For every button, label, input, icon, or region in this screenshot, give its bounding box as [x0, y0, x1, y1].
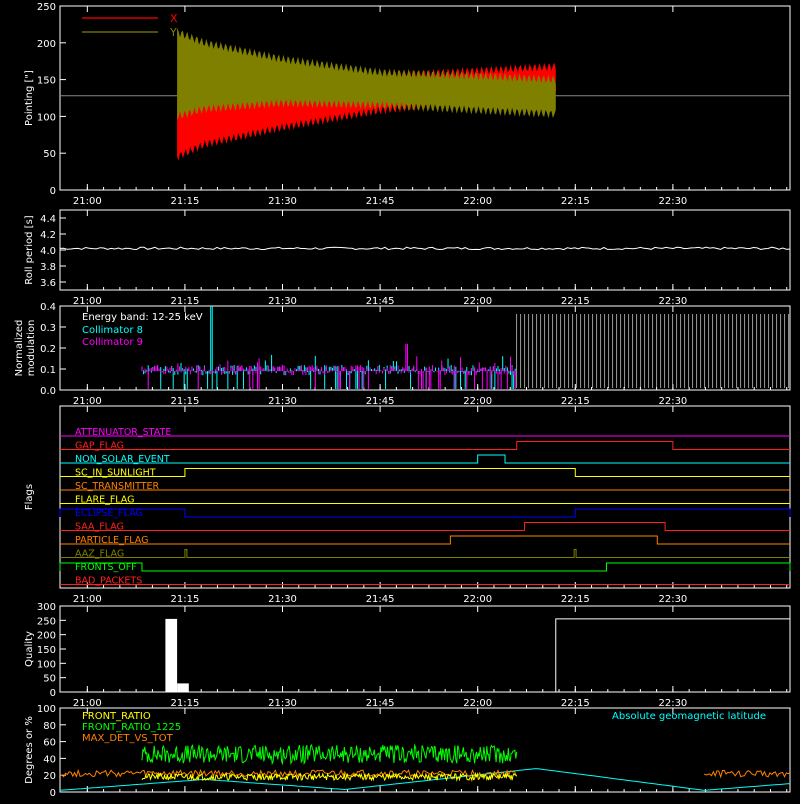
legend-label-x: X: [170, 12, 178, 25]
flag-label: NON_SOLAR_EVENT: [75, 454, 170, 465]
y-tick-label: 3.6: [40, 278, 56, 289]
flag-label: GAP_FLAG: [75, 441, 124, 452]
x-tick-label: 21:30: [268, 698, 297, 709]
y-tick-label: 0.0: [40, 386, 56, 397]
y-tick-label: 60: [43, 738, 56, 749]
legend-label-y: Y: [169, 26, 177, 39]
energy-band-label: Energy band: 12-25 keV: [82, 312, 203, 323]
y-axis-label: Degrees or %: [24, 716, 35, 784]
x-tick-label: 22:00: [463, 698, 492, 709]
y-tick-label: 0.1: [40, 365, 56, 376]
y-tick-label: 200: [37, 631, 56, 642]
x-tick-label: 22:00: [463, 296, 492, 307]
x-tick-label: 21:45: [366, 594, 395, 605]
y-axis-label: Normalized: [14, 320, 25, 377]
y-tick-label: 3.8: [40, 262, 56, 273]
flag-label: SC_TRANSMITTER: [75, 481, 160, 492]
y-tick-label: 80: [43, 721, 56, 732]
y-axis-label: Flags: [24, 484, 35, 510]
quality-bar: [177, 683, 189, 692]
x-tick-label: 21:15: [171, 698, 200, 709]
y-axis-label: Quality: [24, 631, 35, 667]
flag-label: AAZ_FLAG: [75, 549, 124, 560]
y-tick-label: 0: [50, 788, 56, 799]
legend-label-front-ratio-1225: FRONT_RATIO_1225: [82, 722, 181, 733]
x-tick-label: 21:45: [366, 698, 395, 709]
x-tick-label: 22:15: [561, 296, 590, 307]
legend-label-collimator-8: Collimator 8: [82, 325, 143, 336]
x-tick-label: 22:30: [658, 196, 687, 207]
flag-label: ATTENUATOR_STATE: [75, 427, 171, 438]
x-tick-label: 21:00: [73, 594, 102, 605]
x-tick-label: 22:15: [561, 594, 590, 605]
flag-label: ECLIPSE_FLAG: [75, 508, 143, 519]
y-tick-label: 0.4: [40, 302, 56, 313]
x-tick-label: 21:15: [171, 296, 200, 307]
legend-label-front-ratio: FRONT_RATIO: [82, 711, 151, 722]
x-tick-label: 22:15: [561, 196, 590, 207]
y-tick-label: 300: [37, 602, 56, 613]
legend-label-collimator-9: Collimator 9: [82, 337, 143, 348]
y-tick-label: 250: [37, 2, 56, 13]
y-tick-label: 4.0: [40, 246, 56, 257]
x-tick-label: 22:15: [561, 698, 590, 709]
legend-label-max-det-vs-tot: MAX_DET_VS_TOT: [82, 733, 174, 744]
x-tick-label: 22:00: [463, 594, 492, 605]
x-tick-label: 21:30: [268, 296, 297, 307]
x-tick-label: 22:30: [658, 698, 687, 709]
y-axis-label: modulation: [26, 320, 37, 377]
flag-label: FLARE_FLAG: [75, 495, 135, 506]
y-tick-label: 4.4: [40, 214, 56, 225]
flag-label: SC_IN_SUNLIGHT: [75, 468, 156, 479]
x-tick-label: 21:30: [268, 594, 297, 605]
y-tick-label: 100: [37, 112, 56, 123]
y-tick-label: 250: [37, 616, 56, 627]
y-tick-label: 150: [37, 76, 56, 87]
y-tick-label: 200: [37, 39, 56, 50]
y-axis-label: Pointing ["]: [24, 70, 35, 126]
x-tick-label: 21:45: [366, 296, 395, 307]
x-tick-label: 22:15: [561, 396, 590, 407]
y-tick-label: 0.2: [40, 344, 56, 355]
x-tick-label: 21:00: [73, 196, 102, 207]
y-tick-label: 0: [50, 186, 56, 197]
y-tick-label: 150: [37, 645, 56, 656]
x-tick-label: 22:30: [658, 594, 687, 605]
x-tick-label: 21:00: [73, 396, 102, 407]
x-tick-label: 22:00: [463, 396, 492, 407]
x-tick-label: 21:30: [268, 396, 297, 407]
x-tick-label: 21:00: [73, 698, 102, 709]
x-tick-label: 21:15: [171, 594, 200, 605]
y-tick-label: 20: [43, 771, 56, 782]
flag-label: BAD_PACKETS: [75, 576, 142, 587]
x-tick-label: 22:00: [463, 196, 492, 207]
x-tick-label: 21:45: [366, 196, 395, 207]
x-tick-label: 21:00: [73, 296, 102, 307]
y-tick-label: 100: [37, 704, 56, 715]
x-tick-label: 21:30: [268, 196, 297, 207]
x-tick-label: 22:30: [658, 296, 687, 307]
x-tick-label: 21:15: [171, 396, 200, 407]
y-tick-label: 100: [37, 659, 56, 670]
y-axis-label: Roll period [s]: [24, 215, 35, 284]
y-tick-label: 50: [43, 674, 56, 685]
quality-bar: [165, 618, 178, 692]
x-tick-label: 21:45: [366, 396, 395, 407]
flag-label: SAA_FLAG: [75, 522, 124, 533]
flag-label: FRONTS_OFF: [75, 562, 137, 573]
y-tick-label: 40: [43, 754, 56, 765]
y-tick-label: 0: [50, 688, 56, 699]
y-tick-label: 4.2: [40, 230, 56, 241]
flag-label: PARTICLE_FLAG: [75, 535, 148, 546]
hessi-quicklook-chart: 21:00 21:15 21:30 21:45 22:00 22:15 22:30 0 50 10…: [0, 0, 800, 800]
legend-label-geomagnetic-latitude: Absolute geomagnetic latitude: [612, 711, 766, 722]
y-tick-label: 0.3: [40, 323, 56, 334]
y-tick-label: 50: [43, 149, 56, 160]
x-tick-label: 22:30: [658, 396, 687, 407]
x-tick-label: 21:15: [171, 196, 200, 207]
